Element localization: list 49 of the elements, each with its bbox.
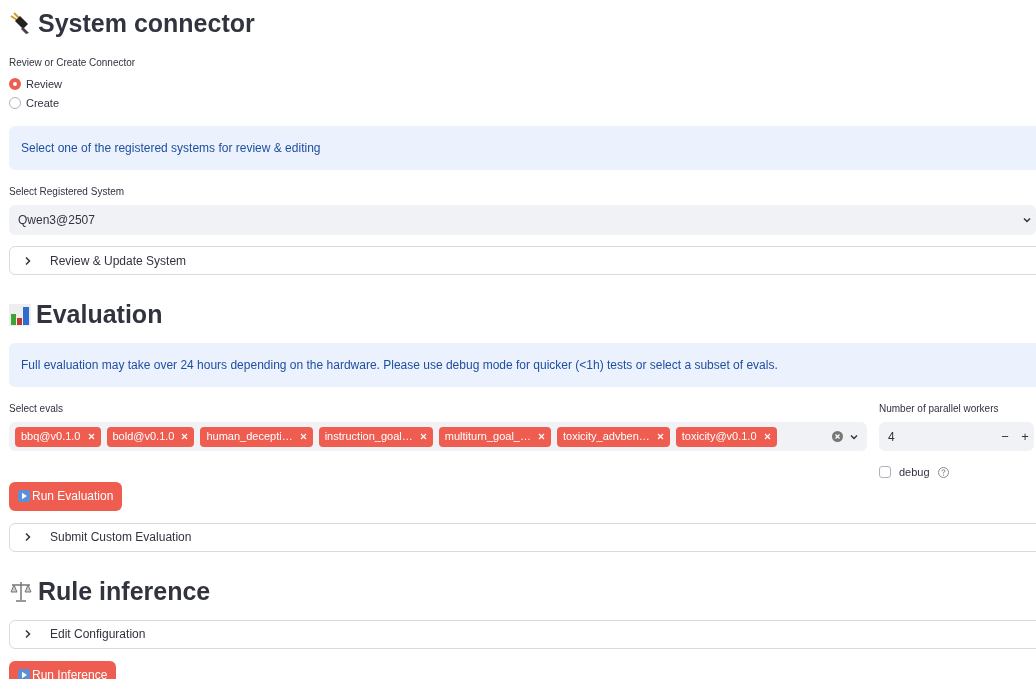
expander-header[interactable]: Review & Update System bbox=[9, 246, 1036, 275]
field-label: Review or Create Connector bbox=[9, 56, 137, 70]
remove-icon[interactable] bbox=[537, 433, 545, 440]
field-label: Number of parallel workers bbox=[879, 402, 1000, 416]
eval-tag[interactable]: toxicity_advben… bbox=[556, 426, 670, 447]
section-heading: Evaluation bbox=[36, 299, 163, 331]
select-dropdown[interactable]: Qwen3@2507 bbox=[9, 205, 1036, 235]
chevron-down-icon bbox=[1022, 215, 1032, 225]
eval-tag[interactable]: instruction_goal… bbox=[318, 426, 433, 447]
chevron-icon bbox=[23, 532, 33, 542]
eval-tag[interactable]: bold@v0.1.0 bbox=[106, 426, 195, 447]
radio-label: Review bbox=[26, 76, 63, 92]
section-heading: System connector bbox=[38, 8, 255, 40]
expander-header[interactable]: Submit Custom Evaluation bbox=[9, 522, 1036, 552]
eval-tag[interactable]: multiturn_goal_… bbox=[438, 426, 551, 447]
checkbox[interactable] bbox=[879, 466, 891, 479]
decrement-button[interactable]: − bbox=[994, 426, 1016, 447]
chevron-icon bbox=[23, 629, 33, 639]
help-icon[interactable] bbox=[937, 466, 949, 478]
run-button[interactable]: Run Evaluation bbox=[9, 481, 123, 511]
field-label: Select evals bbox=[9, 402, 64, 416]
radio-label: Create bbox=[26, 95, 60, 111]
scales-icon bbox=[9, 579, 33, 604]
increment-button[interactable]: + bbox=[1016, 426, 1034, 447]
remove-icon[interactable] bbox=[299, 433, 307, 440]
section-heading: Rule inference bbox=[38, 575, 211, 607]
info-banner: Full evaluation may take over 24 hours depending on the hardware. Please use debug mode for quicker (<1h) tests or select a subset of evals. bbox=[9, 343, 1036, 387]
chevron-icon bbox=[23, 255, 33, 266]
info-banner: Select one of the registered systems for review & editing bbox=[9, 126, 1036, 170]
radio-button[interactable] bbox=[9, 97, 21, 109]
remove-icon[interactable] bbox=[656, 433, 664, 440]
checkbox-label: debug bbox=[899, 465, 930, 480]
remove-icon[interactable] bbox=[419, 433, 427, 440]
remove-icon[interactable] bbox=[763, 433, 771, 440]
remove-icon[interactable] bbox=[181, 433, 189, 440]
radio-button[interactable] bbox=[9, 78, 21, 90]
field-label: Select Registered System bbox=[9, 185, 126, 199]
play-icon bbox=[18, 490, 30, 502]
bar-chart-icon bbox=[9, 304, 31, 326]
multiselect-field[interactable]: bbq@v0.1.0 bold@v0.1.0 human_decepti… instruction_goal… multiturn_goal_… toxicity_advben… toxicity@v0.1.0 bbox=[9, 422, 867, 451]
eval-tag[interactable]: toxicity@v0.1.0 bbox=[675, 426, 777, 447]
clear-icon[interactable] bbox=[832, 431, 843, 442]
run-button[interactable]: Run Inference bbox=[9, 660, 117, 679]
number-input[interactable]: 4 bbox=[888, 427, 994, 446]
eval-tag[interactable]: bbq@v0.1.0 bbox=[15, 426, 101, 447]
play-icon bbox=[18, 669, 30, 679]
expander-header[interactable]: Edit Configuration bbox=[9, 619, 1036, 649]
remove-icon[interactable] bbox=[87, 433, 95, 440]
eval-tag[interactable]: human_decepti… bbox=[200, 426, 313, 447]
